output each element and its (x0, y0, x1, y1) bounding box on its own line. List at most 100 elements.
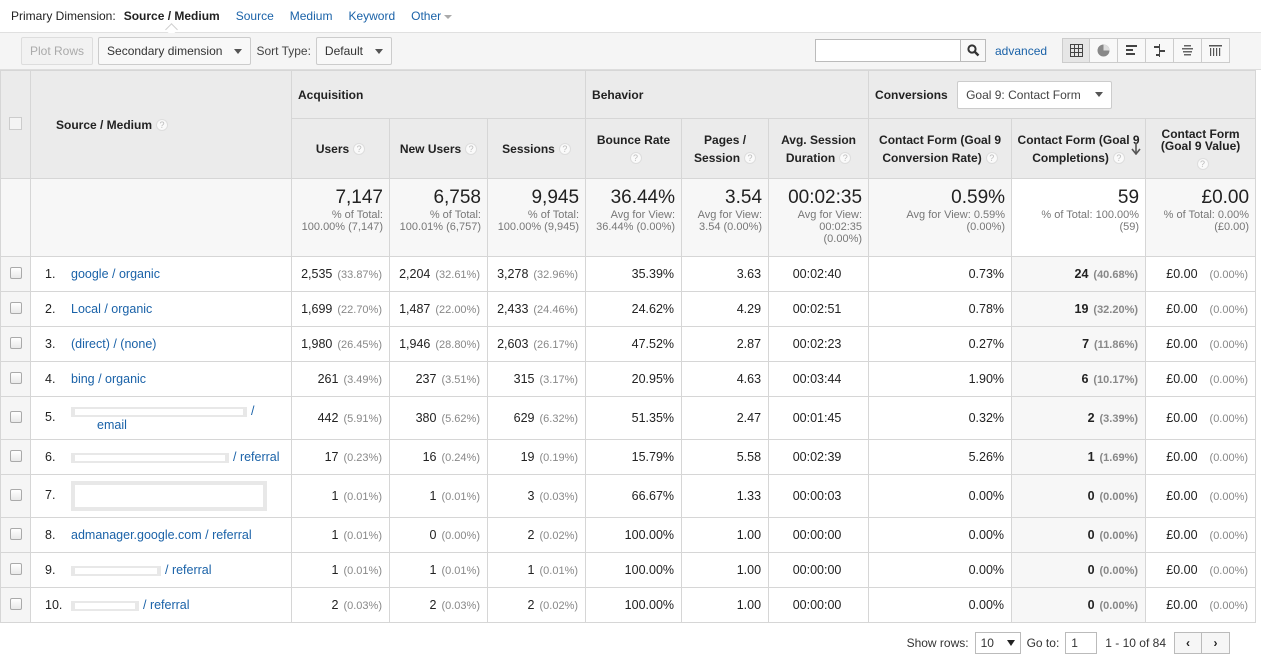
dimension-link[interactable]: Local / organic (71, 302, 152, 316)
row-checkbox[interactable] (9, 527, 22, 540)
row-dimension-value[interactable]: (direct) / (none) (71, 337, 156, 351)
total-note: % of Total: (331, 209, 383, 221)
term-cloud-view-button[interactable] (1174, 38, 1202, 63)
row-checkbox[interactable] (9, 266, 22, 279)
dimension-header[interactable]: Source / Medium? (30, 70, 292, 179)
dimension-medium-link[interactable]: Medium (290, 9, 333, 23)
goal-select-dropdown[interactable]: Goal 9: Contact Form (957, 80, 1112, 109)
row-dimension-value[interactable]: admanager.google.com / referral (71, 528, 252, 542)
select-all-checkbox[interactable] (9, 116, 22, 130)
row-dimension-value[interactable]: / referral (71, 563, 212, 577)
col-header-users[interactable]: Users? (291, 118, 390, 179)
dimension-source-link[interactable]: Source (236, 9, 274, 23)
value: 6 (1081, 372, 1089, 386)
col-header-avg-duration[interactable]: Avg. Session Duration? (768, 118, 870, 179)
cell-conversion-rate: 0.00% (868, 552, 1013, 588)
dimension-keyword-link[interactable]: Keyword (348, 9, 395, 23)
cell-new-users: 380 (5.62%) (389, 396, 488, 440)
col-header-conversion-rate[interactable]: Contact Form (Goal 9 Conversion Rate)? (868, 118, 1013, 179)
dimension-link-suffix[interactable]: / referral (233, 450, 280, 464)
row-checkbox[interactable] (9, 301, 22, 314)
cell-avg-duration: 00:02:51 (768, 291, 870, 327)
help-icon[interactable]: ? (985, 152, 998, 165)
row-select-cell (0, 256, 31, 292)
total-note: (£0.00) (1214, 221, 1250, 233)
row-checkbox[interactable] (9, 597, 22, 610)
totals-dimension-cell (30, 178, 292, 257)
dimension-link[interactable]: google / organic (71, 267, 160, 281)
percent: (0.00%) (1209, 565, 1249, 577)
pie-view-button[interactable] (1090, 38, 1118, 63)
pivot-view-button[interactable] (1202, 38, 1230, 63)
row-checkbox[interactable] (9, 449, 22, 462)
help-icon[interactable]: ? (839, 152, 852, 165)
cell-conversion-rate: 0.00% (868, 587, 1013, 623)
pivot-icon (1209, 45, 1222, 56)
redacted-text (71, 452, 229, 463)
row-dimension-value[interactable]: / referral (71, 450, 280, 464)
dimension-link-suffix[interactable]: / referral (143, 598, 190, 612)
percent: (3.49%) (343, 374, 382, 386)
row-dimension-value[interactable]: bing / organic (71, 372, 146, 386)
row-dimension-value[interactable]: / referral (71, 598, 190, 612)
total-completions: 59% of Total: 100.00% (59) (1011, 178, 1147, 257)
row-dimension-value[interactable]: google / organic (71, 267, 160, 281)
help-icon[interactable]: ? (1196, 157, 1209, 170)
advanced-filter-link[interactable]: advanced (995, 44, 1047, 58)
col-header-completions[interactable]: Contact Form (Goal 9 Completions)? (1011, 118, 1147, 179)
secondary-dimension-dropdown[interactable]: Secondary dimension (98, 37, 252, 65)
dimension-source-medium-active[interactable]: Source / Medium (124, 9, 220, 23)
table-view-button[interactable] (1062, 38, 1090, 63)
col-dur-label-2: Duration (785, 150, 836, 165)
help-icon[interactable]: ? (465, 143, 478, 156)
dimension-link[interactable]: (direct) / (none) (71, 337, 156, 351)
dimension-link-suffix[interactable]: / referral (165, 563, 212, 577)
search-button[interactable] (960, 39, 986, 62)
dimension-link-line2[interactable]: email (97, 418, 254, 432)
col-header-new-users[interactable]: New Users? (389, 118, 488, 179)
row-checkbox[interactable] (9, 410, 22, 423)
row-checkbox[interactable] (9, 371, 22, 384)
performance-view-button[interactable] (1118, 38, 1146, 63)
prev-page-button[interactable]: ‹ (1174, 631, 1202, 654)
show-rows-select[interactable]: 10 (974, 631, 1021, 654)
term-cloud-icon (1182, 45, 1193, 56)
value: 1 (429, 563, 437, 577)
help-icon[interactable]: ? (1112, 152, 1125, 165)
help-icon[interactable]: ? (558, 143, 571, 156)
col-header-pages-session[interactable]: Pages / Session? (681, 118, 770, 179)
dimension-link[interactable]: bing / organic (71, 372, 146, 386)
caret-down-icon (234, 48, 243, 54)
table-row: 3. (direct) / (none) 1,980 (26.45%) 1,946 (… (0, 326, 1257, 362)
row-checkbox[interactable] (9, 336, 22, 349)
value: 442 (317, 411, 339, 425)
sort-type-dropdown[interactable]: Default (315, 37, 392, 65)
cell-bounce-rate: 47.52% (585, 326, 683, 362)
row-dimension-value[interactable]: / email (45, 404, 254, 432)
comparison-view-button[interactable] (1146, 38, 1174, 63)
row-select-cell (0, 439, 31, 475)
help-icon[interactable]: ? (744, 152, 757, 165)
row-dimension-value[interactable] (71, 481, 267, 511)
col-header-sessions[interactable]: Sessions? (486, 118, 587, 179)
col-header-goal-value[interactable]: Contact Form (Goal 9 Value)? (1145, 118, 1257, 179)
help-icon[interactable]: ? (156, 119, 169, 132)
table-search-input[interactable] (815, 39, 960, 62)
sort-type-value: Default (324, 44, 363, 58)
cell-new-users: 1 (0.01%) (389, 474, 488, 518)
col-header-bounce-rate[interactable]: Bounce Rate? (585, 118, 683, 179)
help-icon[interactable]: ? (353, 143, 366, 156)
percent: (0.00%) (1099, 491, 1139, 503)
cell-completions: 6 (10.17%) (1011, 361, 1147, 397)
goto-input[interactable]: 1 (1065, 631, 1098, 654)
row-select-cell (0, 291, 31, 327)
next-page-button[interactable]: › (1202, 631, 1230, 654)
dimension-link[interactable]: admanager.google.com / referral (71, 528, 252, 542)
dimension-link-suffix[interactable]: / (251, 404, 254, 418)
row-checkbox[interactable] (9, 562, 22, 575)
row-dimension-value[interactable]: Local / organic (71, 302, 152, 316)
row-checkbox[interactable] (9, 488, 22, 501)
plot-rows-button[interactable]: Plot Rows (21, 37, 94, 65)
dimension-other-dropdown[interactable]: Other (411, 9, 453, 23)
help-icon[interactable]: ? (629, 152, 642, 165)
